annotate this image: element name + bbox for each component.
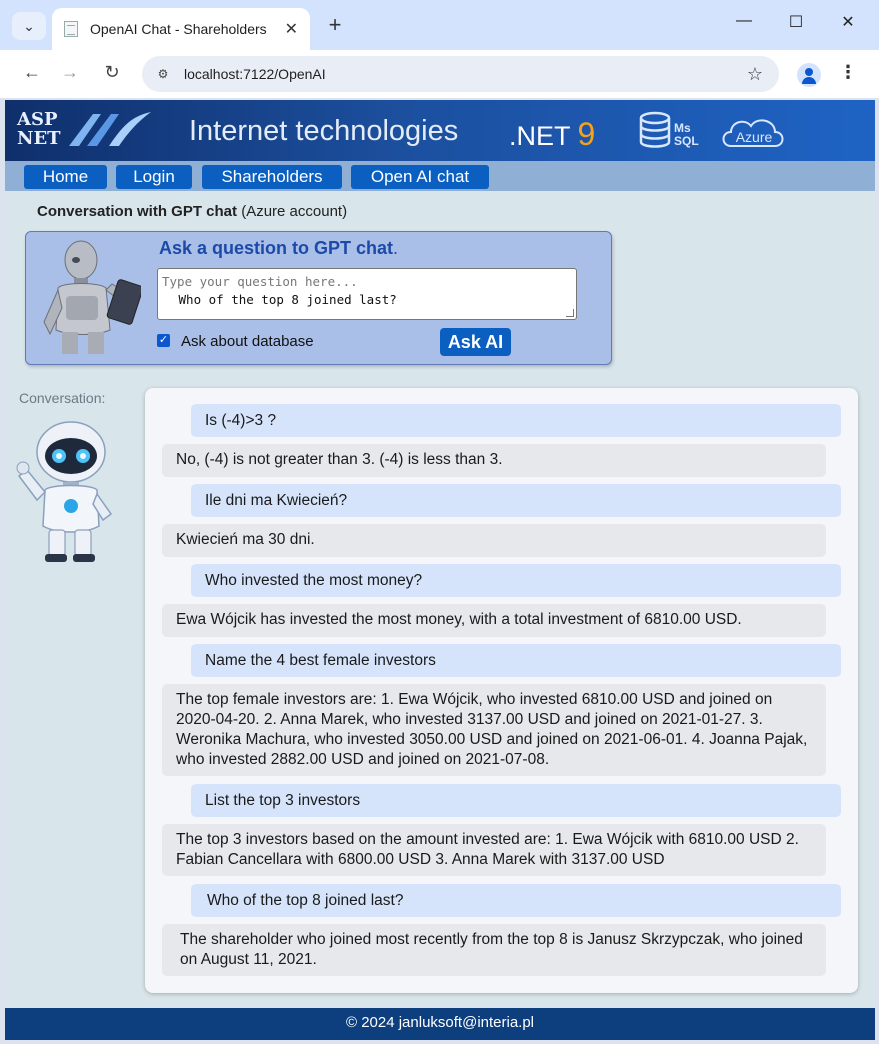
robot-icon bbox=[43, 240, 141, 354]
page-icon bbox=[64, 21, 78, 37]
page-heading-bold: Conversation with GPT chat bbox=[37, 203, 238, 220]
page-heading: Conversation with GPT chat (Azure accoun… bbox=[37, 203, 347, 220]
resize-handle-icon[interactable] bbox=[566, 309, 574, 317]
star-icon[interactable]: ☆ bbox=[747, 64, 763, 85]
ai-message: Ewa Wójcik has invested the most money, … bbox=[162, 604, 826, 637]
tab-search-button[interactable]: ⌄ bbox=[12, 12, 46, 40]
ask-about-database-label[interactable]: Ask about database bbox=[181, 333, 314, 350]
net-version: 9 bbox=[577, 116, 596, 152]
user-message: Ile dni ma Kwiecień? bbox=[191, 484, 841, 517]
asp-net-swoosh-icon bbox=[69, 112, 151, 146]
page-heading-rest: (Azure account) bbox=[237, 203, 348, 220]
ai-message: No, (-4) is not greater than 3. (-4) is … bbox=[162, 444, 826, 477]
sql-label: SQL bbox=[674, 134, 699, 148]
ms-label: Ms bbox=[674, 121, 691, 135]
tab-title: OpenAI Chat - Shareholders bbox=[90, 21, 267, 37]
maximize-icon[interactable]: ☐ bbox=[781, 12, 811, 32]
browser-tab[interactable]: OpenAI Chat - Shareholders ✕ bbox=[52, 8, 310, 50]
close-icon[interactable]: ✕ bbox=[285, 19, 298, 39]
page-footer: © 2024 janluksoft@interia.pl bbox=[5, 1008, 875, 1040]
address-bar[interactable]: ⚙ localhost:7122/OpenAI ☆ bbox=[142, 56, 779, 92]
nav-shareholders[interactable]: Shareholders bbox=[202, 165, 342, 189]
site-settings-icon[interactable]: ⚙ bbox=[152, 67, 174, 81]
ask-title: Ask a question to GPT chat. bbox=[159, 238, 398, 259]
net-version-label: .NET 9 bbox=[509, 116, 595, 153]
question-placeholder: Type your question here... bbox=[162, 274, 358, 289]
robot-icon bbox=[16, 421, 113, 562]
more-menu-icon[interactable]: ⋮ bbox=[838, 62, 858, 83]
ai-message: The shareholder who joined most recently… bbox=[162, 924, 826, 976]
plus-icon[interactable]: + bbox=[322, 12, 348, 38]
back-arrow-icon[interactable]: ← bbox=[20, 62, 44, 83]
minimize-icon[interactable]: — bbox=[729, 12, 759, 30]
ai-message: The top female investors are: 1. Ewa Wój… bbox=[162, 684, 826, 776]
main-nav: Home Login Shareholders Open AI chat bbox=[5, 161, 875, 191]
asp-logo-line1: ASP bbox=[17, 109, 58, 130]
reload-icon[interactable]: ↻ bbox=[100, 62, 124, 83]
ai-message: Kwiecień ma 30 dni. bbox=[162, 524, 826, 557]
user-message: Name the 4 best female investors bbox=[191, 644, 841, 677]
profile-icon[interactable] bbox=[797, 63, 821, 87]
web-page: ASP NET Internet technologies .NET 9 Ms … bbox=[5, 100, 875, 1040]
site-banner: ASP NET Internet technologies .NET 9 Ms … bbox=[5, 100, 875, 161]
ask-title-text: Ask a question to GPT chat bbox=[159, 238, 394, 258]
ask-about-database-checkbox[interactable]: ✓ bbox=[157, 334, 170, 347]
conversation-label: Conversation: bbox=[19, 390, 106, 406]
asp-logo-line2: NET bbox=[17, 128, 61, 149]
window-close-icon[interactable]: ✕ bbox=[833, 12, 863, 32]
ai-message: The top 3 investors based on the amount … bbox=[162, 824, 826, 876]
cloud-icon: Azure bbox=[722, 119, 784, 147]
forward-arrow-icon[interactable]: → bbox=[58, 62, 82, 83]
net-prefix: .NET bbox=[509, 121, 578, 151]
user-message: List the top 3 investors bbox=[191, 784, 841, 817]
user-message: Who invested the most money? bbox=[191, 564, 841, 597]
question-value: Who of the top 8 joined last? bbox=[171, 292, 397, 307]
browser-toolbar: ← → ↻ ⚙ localhost:7122/OpenAI ☆ ⋮ bbox=[0, 50, 879, 98]
nav-login[interactable]: Login bbox=[116, 165, 192, 189]
user-message: Is (-4)>3 ? bbox=[191, 404, 841, 437]
ask-question-panel: Ask a question to GPT chat. Type your qu… bbox=[25, 231, 612, 365]
banner-title: Internet technologies bbox=[189, 115, 459, 147]
chevron-down-icon: ⌄ bbox=[23, 17, 35, 34]
azure-label: Azure bbox=[736, 129, 773, 145]
nav-open-ai-chat[interactable]: Open AI chat bbox=[351, 165, 489, 189]
ask-ai-button[interactable]: Ask AI bbox=[440, 328, 511, 356]
url-text[interactable]: localhost:7122/OpenAI bbox=[184, 66, 747, 82]
question-textarea[interactable]: Type your question here... Who of the to… bbox=[157, 268, 577, 320]
user-message: Who of the top 8 joined last? bbox=[191, 884, 841, 917]
ask-title-suffix: . bbox=[393, 238, 399, 258]
database-icon: Ms SQL bbox=[639, 111, 699, 148]
conversation-panel: Is (-4)>3 ? No, (-4) is not greater than… bbox=[145, 388, 858, 993]
nav-home[interactable]: Home bbox=[24, 165, 107, 189]
browser-tab-bar: ⌄ OpenAI Chat - Shareholders ✕ + — ☐ ✕ bbox=[0, 0, 879, 50]
asp-net-logo: ASP NET bbox=[17, 110, 61, 148]
